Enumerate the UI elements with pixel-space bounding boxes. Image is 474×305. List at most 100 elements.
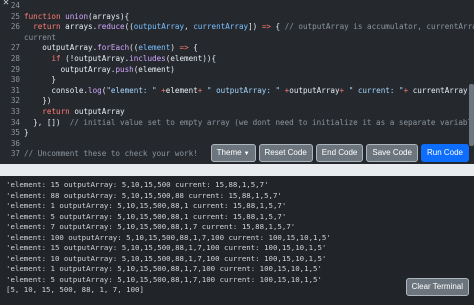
code-token: currentArray): [412, 85, 473, 95]
code-token: function: [24, 11, 66, 21]
code-line: 34 }, []) // initial value set to empty …: [0, 118, 474, 129]
code-token: +: [339, 85, 349, 95]
code-line: 35}: [0, 128, 29, 139]
code-token: outputArray.: [24, 43, 98, 53]
code-token: }, []): [24, 117, 70, 127]
code-line: current: [0, 33, 56, 44]
terminal-line: 'element: 88 outputArray: 5,10,15,500,88…: [6, 190, 282, 200]
code-token: arrays.: [65, 22, 98, 32]
code-token: (arrays){: [88, 11, 130, 21]
save-code-button[interactable]: Save Code: [366, 144, 418, 162]
terminal-line: 'element: 10 outputArray: 5,10,15,500,88…: [6, 253, 327, 263]
code-line: 32 }): [0, 96, 52, 107]
line-number: 24: [10, 1, 20, 10]
code-token: ,: [184, 22, 194, 32]
code-token: }: [24, 75, 57, 85]
code-token: includes: [129, 54, 166, 63]
code-line: 29 outputArray.push(element): [0, 65, 175, 76]
line-number: 26: [10, 22, 20, 32]
code-token: {: [188, 43, 198, 53]
terminal-line: [5, 10, 15, 500, 88, 1, 7, 100]: [6, 285, 144, 294]
theme-label: Theme: [216, 148, 242, 157]
code-line: 30 }: [0, 75, 56, 86]
panel-divider[interactable]: [0, 164, 474, 176]
code-line: 37 // Uncomment these to check your work!: [0, 149, 198, 160]
end-code-button[interactable]: End Code: [315, 144, 364, 162]
code-line: 28 if (!outputArray.includes(element)){: [0, 54, 216, 65]
code-line: 36: [0, 139, 24, 150]
line-number: 33: [10, 107, 20, 116]
code-token: =>: [261, 22, 271, 32]
reset-code-button[interactable]: Reset Code: [258, 144, 313, 162]
terminal-line: 'element: 5 outputArray: 5,10,15,500,88,…: [6, 274, 322, 284]
terminal-line: 'element: 1 outputArray: 5,10,15,500,88,…: [6, 264, 322, 273]
terminal-line: 'element: 1 outputArray: 5,10,15,500,88,…: [6, 201, 287, 210]
code-line: 26 return arrays.reduce((outputArray, cu…: [0, 22, 474, 33]
code-token: forEach: [97, 43, 130, 53]
code-token: }: [24, 128, 29, 138]
code-token: push: [115, 64, 134, 74]
line-number: 37: [10, 149, 20, 159]
terminal-line: 'element: 7 outputArray: 5,10,15,500,88,…: [6, 222, 296, 231]
code-token: }): [24, 96, 52, 106]
code-token: outputArray: [289, 85, 340, 95]
code-token: outputArray: [74, 107, 125, 116]
code-line: 25 function union(arrays){: [0, 12, 129, 23]
line-number: 28: [10, 54, 20, 63]
code-token: +: [280, 85, 290, 95]
line-number: 36: [10, 138, 20, 148]
code-token: element: [138, 43, 171, 53]
code-token: +: [403, 85, 413, 95]
code-token: log: [88, 85, 102, 95]
code-token: " current: ": [348, 85, 404, 95]
editor-toolbar: Theme ▼ Reset Code End Code Save Code Run…: [210, 144, 469, 162]
clear-terminal-button[interactable]: Clear Terminal: [405, 278, 469, 296]
code-token: =>: [179, 43, 189, 53]
code-token: // Uncomment these to check your work!: [24, 149, 198, 159]
code-token: "element: ": [106, 85, 157, 95]
line-number: 35: [10, 128, 20, 138]
code-token: {: [211, 54, 217, 63]
terminal-output: 'element: 15 outputArray: 5,10,15,500 cu…: [0, 176, 474, 305]
line-number: 32: [10, 96, 20, 106]
line-number: 30: [10, 75, 20, 85]
code-token: current: [24, 32, 57, 42]
code-editor[interactable]: ✕ 24 25 function union(arrays){26 return a…: [0, 0, 474, 164]
code-token: return: [42, 107, 75, 116]
code-token: +: [197, 85, 207, 95]
run-code-button[interactable]: Run Code: [420, 144, 469, 162]
code-token: ): [170, 43, 180, 53]
code-token: if: [51, 54, 61, 63]
code-token: " outputArray: ": [206, 85, 281, 95]
line-number: 27: [10, 43, 20, 53]
terminal-line: 'element: 5 outputArray: 5,10,15,500,88,…: [6, 211, 287, 221]
code-token: ]): [248, 22, 262, 32]
code-token: (element)): [165, 54, 212, 63]
code-line: 24: [0, 1, 24, 12]
code-token: reduce: [97, 22, 125, 32]
code-token: union: [65, 11, 89, 21]
code-token: currentArray: [193, 22, 249, 32]
line-number: 29: [10, 64, 20, 74]
code-token: outputArray: [133, 22, 185, 32]
line-number: 25: [10, 11, 20, 21]
terminal-line: 'element: 15 outputArray: 5,10,15,500 cu…: [6, 180, 269, 189]
code-token: +: [156, 85, 166, 95]
code-token: console.: [24, 85, 89, 95]
code-token: // initial value set to empty array (we …: [69, 117, 474, 127]
code-token: // outputArray is accumulator, currentAr…: [284, 22, 474, 32]
code-token: outputArray.: [24, 64, 116, 74]
code-token: (element): [133, 64, 175, 74]
code-line: 33 return outputArray: [0, 107, 125, 118]
code-line: 31 console.log("element: " +element+ " o…: [0, 86, 472, 97]
code-token: ((: [129, 43, 139, 53]
code-token: {: [270, 22, 285, 32]
caret-down-icon: ▼: [243, 151, 250, 157]
terminal-line: 'element: 15 outputArray: 5,10,15,500,88…: [6, 243, 327, 252]
editor-scrollbar[interactable]: [469, 84, 474, 146]
theme-dropdown[interactable]: Theme ▼: [210, 144, 256, 162]
code-token: return: [33, 22, 66, 32]
